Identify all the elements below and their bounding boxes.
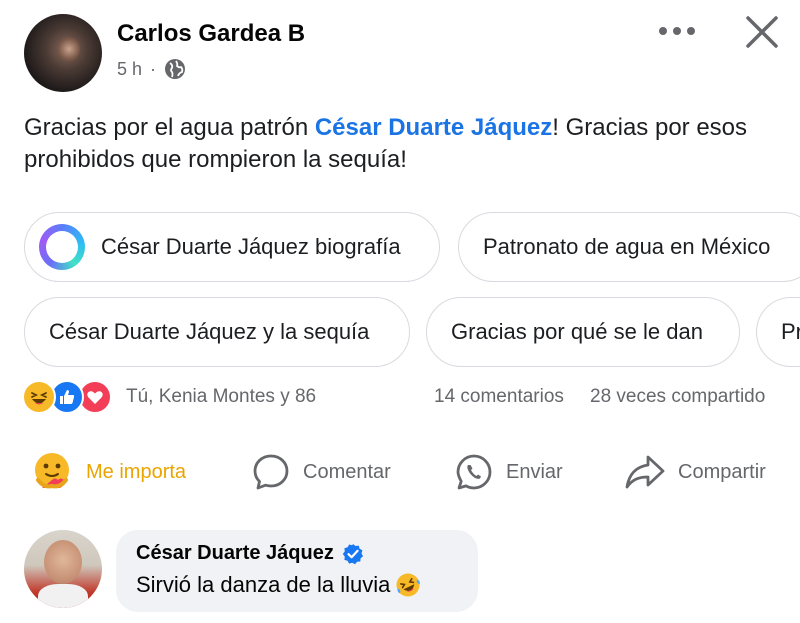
comment-text-row: Sirvió la danza de la lluvia [136, 571, 458, 599]
suggestion-label: César Duarte Jáquez biografía [101, 234, 401, 259]
haha-icon [22, 380, 56, 414]
whatsapp-icon [456, 454, 492, 490]
post-time[interactable]: 5 h [117, 59, 142, 80]
share-arrow-icon [625, 455, 665, 489]
comment-text: Sirvió la danza de la lluvia [136, 572, 391, 597]
suggestion-label: César Duarte Jáquez y la sequía [49, 319, 370, 344]
post-header: Carlos Gardea B 5 h · [0, 0, 800, 100]
comment-bubble-icon [253, 454, 289, 490]
care-reaction-button[interactable]: Me importa [30, 448, 186, 496]
suggestion-chip[interactable]: Gracias por qué se le dan [426, 297, 740, 367]
reaction-names[interactable]: Tú, Kenia Montes y 86 [126, 386, 316, 408]
suggestion-chip[interactable]: Patronato de agua en México [458, 212, 800, 282]
comment-bubble: César Duarte Jáquez Sirvió la danza de l… [116, 530, 478, 612]
send-button[interactable]: Enviar [454, 448, 563, 496]
suggestion-label: Pr [781, 319, 800, 344]
comment-label: Comentar [303, 460, 391, 483]
more-dots-icon [659, 27, 695, 35]
send-label: Enviar [506, 460, 563, 483]
reactions-summary[interactable] [22, 380, 112, 414]
author-name[interactable]: Carlos Gardea B [117, 20, 305, 48]
author-avatar[interactable] [24, 14, 102, 92]
commenter-avatar[interactable] [24, 530, 102, 608]
care-label: Me importa [86, 460, 187, 483]
suggestion-label: Gracias por qué se le dan [451, 319, 703, 344]
close-button[interactable] [740, 10, 784, 54]
meta-ai-ring-icon [39, 224, 85, 270]
globe-icon[interactable] [164, 58, 186, 80]
shares-count[interactable]: 28 veces compartido [590, 386, 765, 408]
suggestion-label: Patronato de agua en México [483, 234, 771, 259]
rolling-laughing-emoji-icon [396, 573, 421, 597]
post-text: Gracias por el agua patrón César Duarte … [24, 112, 784, 176]
comment-author-name[interactable]: César Duarte Jáquez [136, 542, 334, 565]
verified-badge-icon [342, 543, 363, 564]
post-text-before: Gracias por el agua patrón [24, 114, 315, 141]
suggestion-chip[interactable]: Pr [756, 297, 800, 367]
post-meta: 5 h · [117, 58, 186, 80]
comments-count[interactable]: 14 comentarios [434, 386, 564, 408]
share-label: Compartir [678, 460, 766, 483]
share-button[interactable]: Compartir [624, 448, 766, 496]
suggestion-chip[interactable]: César Duarte Jáquez biografía [24, 212, 440, 282]
meta-separator: · [150, 58, 157, 79]
comment-author: César Duarte Jáquez [136, 542, 458, 565]
more-options-button[interactable] [655, 18, 699, 44]
comment-button[interactable]: Comentar [251, 448, 391, 496]
close-icon [746, 16, 778, 48]
care-emoji-icon [35, 453, 69, 489]
post-mention-link[interactable]: César Duarte Jáquez [315, 114, 552, 141]
suggestion-chip[interactable]: César Duarte Jáquez y la sequía [24, 297, 410, 367]
